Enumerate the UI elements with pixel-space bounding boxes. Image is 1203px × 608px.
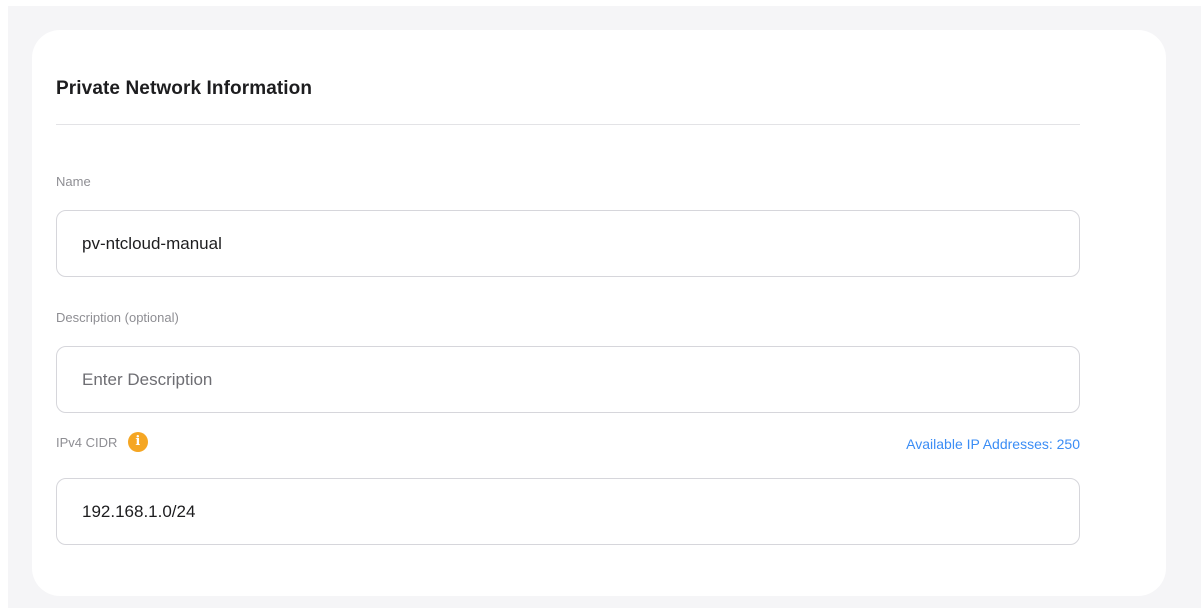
- info-icon[interactable]: i: [127, 432, 148, 452]
- description-label: Description (optional): [56, 310, 179, 325]
- description-input[interactable]: [56, 346, 1080, 413]
- cidr-input[interactable]: [56, 478, 1080, 545]
- available-ip-addresses: Available IP Addresses: 250: [906, 436, 1080, 452]
- cidr-label: IPv4 CIDR: [56, 434, 118, 450]
- section-divider: [56, 124, 1080, 125]
- section-title: Private Network Information: [56, 78, 313, 99]
- name-label: Name: [56, 174, 91, 189]
- cidr-label-row: IPv4 CIDR i Available IP Addresses: 250: [56, 432, 1080, 458]
- name-input[interactable]: [56, 210, 1080, 277]
